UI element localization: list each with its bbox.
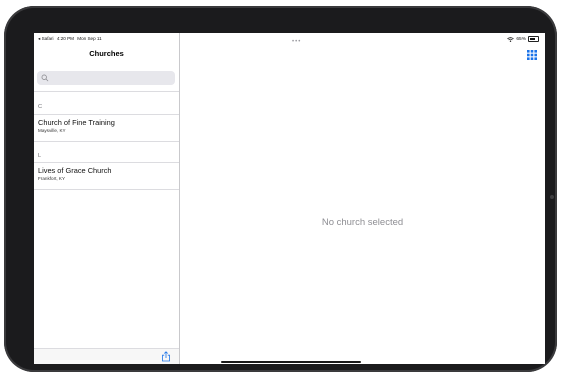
home-indicator[interactable] xyxy=(221,360,361,363)
bottom-toolbar xyxy=(34,348,179,364)
empty-state-message: No church selected xyxy=(321,217,404,228)
church-location: Frankfort, KY xyxy=(38,176,66,181)
church-name: Lives of Grace Church xyxy=(38,166,112,175)
section-header-c: C xyxy=(38,104,43,110)
page-title: Churches xyxy=(89,49,124,58)
status-date: Mon Sep 11 xyxy=(77,36,102,41)
wifi-icon xyxy=(507,36,515,42)
grid-icon[interactable] xyxy=(527,50,537,60)
section-header-l: L xyxy=(38,153,42,159)
church-location: Maysville, KY xyxy=(38,128,66,133)
detail-pane: ••• 65% No church selected xyxy=(180,33,545,364)
search-field[interactable] xyxy=(37,71,175,85)
back-to-app-link[interactable]: ◂ Safari xyxy=(38,36,54,41)
divider xyxy=(34,91,179,92)
battery-percent: 65% xyxy=(516,36,526,42)
church-name: Church of Fine Training xyxy=(38,118,115,127)
share-icon[interactable] xyxy=(161,351,171,362)
sidebar: ◂ Safari 4:20 PM Mon Sep 11 Churches C C… xyxy=(34,33,180,364)
list-item[interactable]: Church of Fine Training Maysville, KY xyxy=(34,115,179,141)
search-icon xyxy=(41,74,49,82)
list-item[interactable]: Lives of Grace Church Frankfort, KY xyxy=(34,163,179,189)
status-time: 4:20 PM xyxy=(56,36,74,41)
ipad-frame: ◂ Safari 4:20 PM Mon Sep 11 Churches C C… xyxy=(4,6,557,372)
multitasking-handle[interactable]: ••• xyxy=(292,39,301,45)
battery-icon xyxy=(528,36,539,42)
divider xyxy=(34,141,179,142)
search-input[interactable] xyxy=(50,72,170,84)
divider xyxy=(34,189,179,190)
battery-fill xyxy=(529,37,535,41)
status-right: 65% xyxy=(507,36,539,42)
camera-dot xyxy=(550,195,554,199)
screen: ◂ Safari 4:20 PM Mon Sep 11 Churches C C… xyxy=(34,33,545,364)
status-left: ◂ Safari 4:20 PM Mon Sep 11 xyxy=(38,36,104,42)
